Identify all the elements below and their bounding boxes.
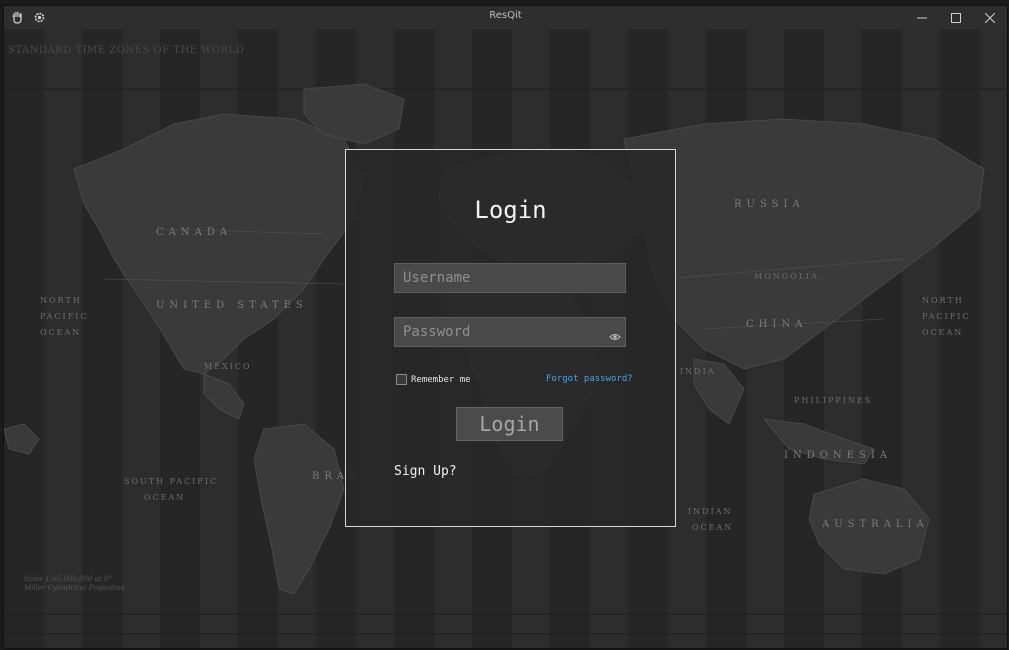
remember-me-label[interactable]: Remember me <box>411 375 471 385</box>
map-label-north-left: NORTH <box>40 296 82 305</box>
map-label-ocean-south: OCEAN <box>144 493 186 502</box>
show-password-icon[interactable] <box>609 327 621 340</box>
map-label-indian: INDIAN <box>688 507 733 516</box>
map-label-united-states: UNITED STATES <box>156 300 308 311</box>
remember-me-row[interactable]: Remember me <box>396 374 471 385</box>
map-label-north-right: NORTH <box>922 296 964 305</box>
map-label-south-pacific: SOUTH PACIFIC <box>124 477 219 486</box>
login-panel: Login Remember me Forgot password? Login… <box>345 149 676 527</box>
map-scale-note: Scale 1:65,000,000 at 0° Miller Cylindri… <box>24 575 125 593</box>
map-label-india: INDIA <box>680 367 716 376</box>
close-icon[interactable] <box>973 6 1007 29</box>
map-label-mexico: MEXICO <box>204 362 252 371</box>
username-field[interactable] <box>394 263 626 293</box>
window-title: ResQit <box>489 10 522 21</box>
sign-up-link[interactable]: Sign Up? <box>394 464 457 479</box>
map-projection-line: Miller Cylindrical Projection <box>24 584 125 592</box>
map-label-russia: RUSSIA <box>734 199 805 210</box>
map-label-china: CHINA <box>746 319 808 330</box>
title-bar[interactable]: ResQit <box>4 6 1007 29</box>
login-heading: Login <box>474 196 547 224</box>
password-input[interactable] <box>395 318 603 346</box>
maximize-icon[interactable] <box>939 6 973 29</box>
map-label-pacific-right: PACIFIC <box>922 312 971 321</box>
username-input[interactable] <box>395 264 603 292</box>
map-scale-line: Scale 1:65,000,000 at 0° <box>24 575 112 583</box>
forgot-password-link[interactable]: Forgot password? <box>546 374 633 384</box>
map-label-ocean-right: OCEAN <box>922 328 964 337</box>
map-label-ocean-left: OCEAN <box>40 328 82 337</box>
map-label-philippines: PHILIPPINES <box>794 396 873 405</box>
remember-me-checkbox[interactable] <box>396 374 407 385</box>
map-label-ocean-indian: OCEAN <box>692 523 734 532</box>
map-label-canada: CANADA <box>156 227 233 238</box>
minimize-icon[interactable] <box>905 6 939 29</box>
map-label-australia: AUSTRALIA <box>822 519 929 530</box>
map-label-mongolia: MONGOLIA <box>754 272 819 281</box>
login-button[interactable]: Login <box>456 407 563 441</box>
map-label-pacific-left: PACIFIC <box>40 312 89 321</box>
map-title: STANDARD TIME ZONES OF THE WORLD <box>8 45 245 56</box>
password-field[interactable] <box>394 317 626 347</box>
map-label-indonesia: INDONESIA <box>784 450 892 461</box>
app-window: ResQit STANDARD TIME ZONES OF THE WORLD … <box>4 6 1007 648</box>
